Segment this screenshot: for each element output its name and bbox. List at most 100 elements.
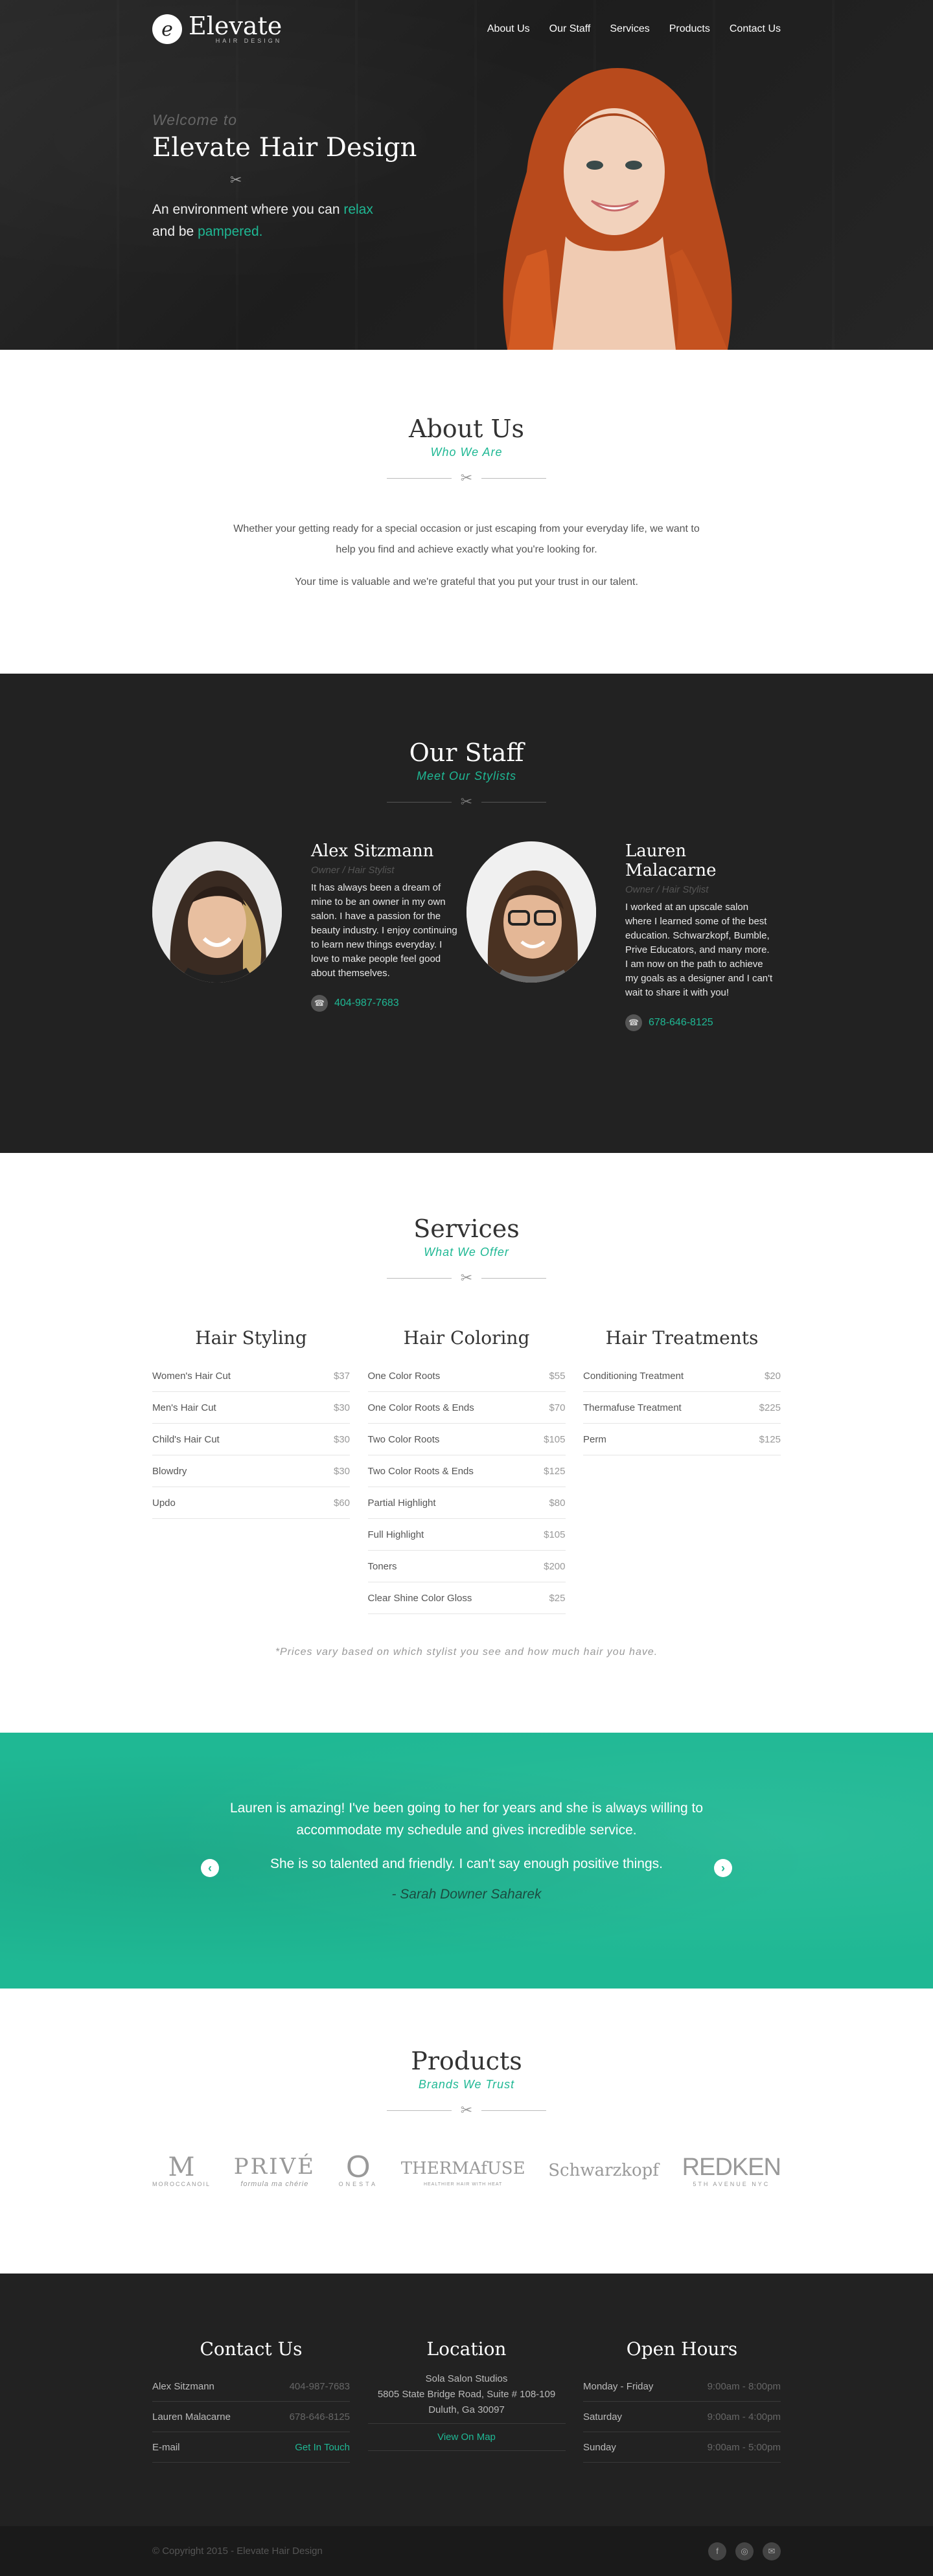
service-price: $20: [764, 1370, 781, 1382]
brand-logo-thermafuse[interactable]: THERMAfUSE HEALTHIER HAIR WITH HEAT: [401, 2155, 525, 2187]
staff-phone[interactable]: ☎ 404-987-7683: [311, 995, 460, 1012]
about-paragraph-1: Whether your getting ready for a special…: [233, 523, 700, 555]
service-row: Men's Hair Cut $30: [152, 1392, 350, 1424]
staff-role: Owner / Hair Stylist: [625, 884, 709, 895]
service-row: Perm $125: [583, 1424, 781, 1455]
products-section: Products Brands We Trust ✂ M MOROCCANOIL …: [0, 1989, 933, 2274]
brand-mark: M: [168, 2152, 195, 2182]
nav-services[interactable]: Services: [610, 23, 649, 35]
get-in-touch-link[interactable]: Get In Touch: [295, 2442, 350, 2453]
hours-row: Monday - Friday 9:00am - 8:00pm: [583, 2371, 781, 2402]
brand-mark: PRIVÉ: [233, 2154, 316, 2180]
main-menu: About Us Our Staff Services Products Con…: [487, 23, 781, 35]
staff-name: Alex Sitzmann: [311, 841, 434, 861]
service-name: Clear Shine Color Gloss: [367, 1592, 472, 1604]
brand-logo-onesta[interactable]: O ONESTA: [339, 2150, 378, 2188]
service-price: $225: [759, 1402, 781, 1413]
brand-logo-prive[interactable]: PRIVÉ formula ma chérie: [234, 2153, 316, 2188]
service-row: Updo $60: [152, 1487, 350, 1519]
nav-our-staff[interactable]: Our Staff: [549, 23, 591, 35]
staff-section: Our Staff Meet Our Stylists ✂ Alex Sitzm…: [0, 674, 933, 1153]
service-row: Toners $200: [367, 1551, 566, 1582]
service-row: Women's Hair Cut $37: [152, 1360, 350, 1392]
logo[interactable]: e Elevate HAIR DESIGN: [152, 14, 282, 44]
next-arrow-icon[interactable]: ›: [714, 1859, 732, 1877]
service-name: Partial Highlight: [367, 1497, 436, 1509]
address-line: Duluth, Ga 30097: [428, 2404, 505, 2415]
service-category-title: Hair Coloring: [403, 1327, 530, 1349]
contact-label: Alex Sitzmann: [152, 2380, 214, 2392]
service-row: Two Color Roots $105: [367, 1424, 566, 1455]
brand-logos: M MOROCCANOIL PRIVÉ formula ma chérie O ONE…: [152, 2150, 781, 2189]
nav-about-us[interactable]: About Us: [487, 23, 530, 35]
hours-time: 9:00am - 4:00pm: [707, 2411, 781, 2422]
services-section: Services What We Offer ✂ Hair Styling Wom…: [0, 1153, 933, 1733]
service-name: Child's Hair Cut: [152, 1433, 220, 1445]
service-price: $105: [544, 1433, 566, 1445]
service-price: $60: [333, 1497, 350, 1509]
service-row: Two Color Roots & Ends $125: [367, 1455, 566, 1487]
services-divider: ✂: [152, 1271, 781, 1285]
staff-phone-number: 678-646-8125: [649, 1017, 713, 1028]
hours-row: Saturday 9:00am - 4:00pm: [583, 2402, 781, 2432]
hero-tagline: An environment where you can relax and b…: [152, 199, 417, 243]
nav-contact-us[interactable]: Contact Us: [730, 23, 781, 35]
services-title: Services: [413, 1214, 520, 1243]
scissors-icon: ✂: [460, 1270, 473, 1286]
brand-logo-redken[interactable]: REDKEN 5TH AVENUE NYC: [682, 2154, 781, 2187]
service-price: $80: [549, 1497, 566, 1509]
phone-icon: ☎: [311, 995, 328, 1012]
contact-section: Contact Us Alex Sitzmann 404-987-7683 Lau…: [0, 2274, 933, 2526]
view-on-map-link[interactable]: View On Map: [367, 2424, 566, 2451]
service-row: Blowdry $30: [152, 1455, 350, 1487]
hero-portrait-image: [503, 68, 732, 350]
hero-title: Elevate Hair Design: [152, 133, 417, 163]
service-row: Thermafuse Treatment $225: [583, 1392, 781, 1424]
hero-accent-relax: relax: [343, 202, 373, 217]
contact-row: Lauren Malacarne 678-646-8125: [152, 2402, 350, 2432]
contact-label: Lauren Malacarne: [152, 2411, 231, 2422]
staff-phone-number: 404-987-7683: [334, 997, 399, 1009]
testimonial-quote: Lauren is amazing! I've been going to he…: [227, 1733, 706, 1902]
service-price: $37: [333, 1370, 350, 1382]
hours-title: Open Hours: [626, 2338, 738, 2360]
brand-mark: THERMAfUSE: [400, 2158, 525, 2178]
staff-divider: ✂: [152, 795, 781, 809]
nav-products[interactable]: Products: [669, 23, 710, 35]
brand-mark: O: [346, 2150, 371, 2184]
service-category-title: Hair Treatments: [605, 1327, 759, 1349]
service-row: Clear Shine Color Gloss $25: [367, 1582, 566, 1614]
scissors-icon: ✂: [460, 2102, 473, 2118]
brand-logo-moroccanoil[interactable]: M MOROCCANOIL: [152, 2154, 211, 2187]
scissors-icon: ✂: [460, 793, 473, 810]
service-name: Women's Hair Cut: [152, 1370, 231, 1382]
testimonial-author: - Sarah Downer Saharek: [391, 1887, 542, 1902]
services-subtitle: What We Offer: [424, 1246, 509, 1259]
email-icon[interactable]: ✉: [763, 2542, 781, 2560]
footer: © Copyright 2015 - Elevate Hair Design f…: [0, 2526, 933, 2576]
prev-arrow-icon[interactable]: ‹: [201, 1859, 219, 1877]
service-price: $200: [544, 1560, 566, 1572]
instagram-icon[interactable]: ◎: [735, 2542, 754, 2560]
about-section: About Us Who We Are ✂ Whether your getti…: [0, 350, 933, 674]
hours-time: 9:00am - 5:00pm: [707, 2441, 781, 2453]
service-name: Two Color Roots: [367, 1433, 440, 1445]
service-name: Toners: [367, 1560, 397, 1572]
service-name: Men's Hair Cut: [152, 1402, 216, 1413]
hero-welcome: Welcome to: [152, 111, 238, 128]
service-name: Two Color Roots & Ends: [367, 1465, 474, 1477]
contact-phone[interactable]: 678-646-8125: [290, 2411, 350, 2422]
service-price: $30: [333, 1433, 350, 1445]
brand-logo-schwarzkopf[interactable]: Schwarzkopf: [548, 2157, 659, 2184]
service-row: One Color Roots & Ends $70: [367, 1392, 566, 1424]
hours-time: 9:00am - 8:00pm: [707, 2380, 781, 2392]
location-address: Sola Salon Studios 5805 State Bridge Roa…: [367, 2371, 566, 2424]
contact-phone[interactable]: 404-987-7683: [290, 2381, 350, 2392]
address-line: Sola Salon Studios: [425, 2373, 508, 2384]
top-nav: e Elevate HAIR DESIGN About Us Our Staff…: [0, 0, 933, 58]
staff-phone[interactable]: ☎ 678-646-8125: [625, 1014, 774, 1031]
testimonial-text-2: She is so talented and friendly. I can't…: [270, 1856, 663, 1871]
facebook-icon[interactable]: f: [708, 2542, 726, 2560]
service-row: One Color Roots $55: [367, 1360, 566, 1392]
hero-accent-pampered: pampered.: [198, 224, 263, 239]
